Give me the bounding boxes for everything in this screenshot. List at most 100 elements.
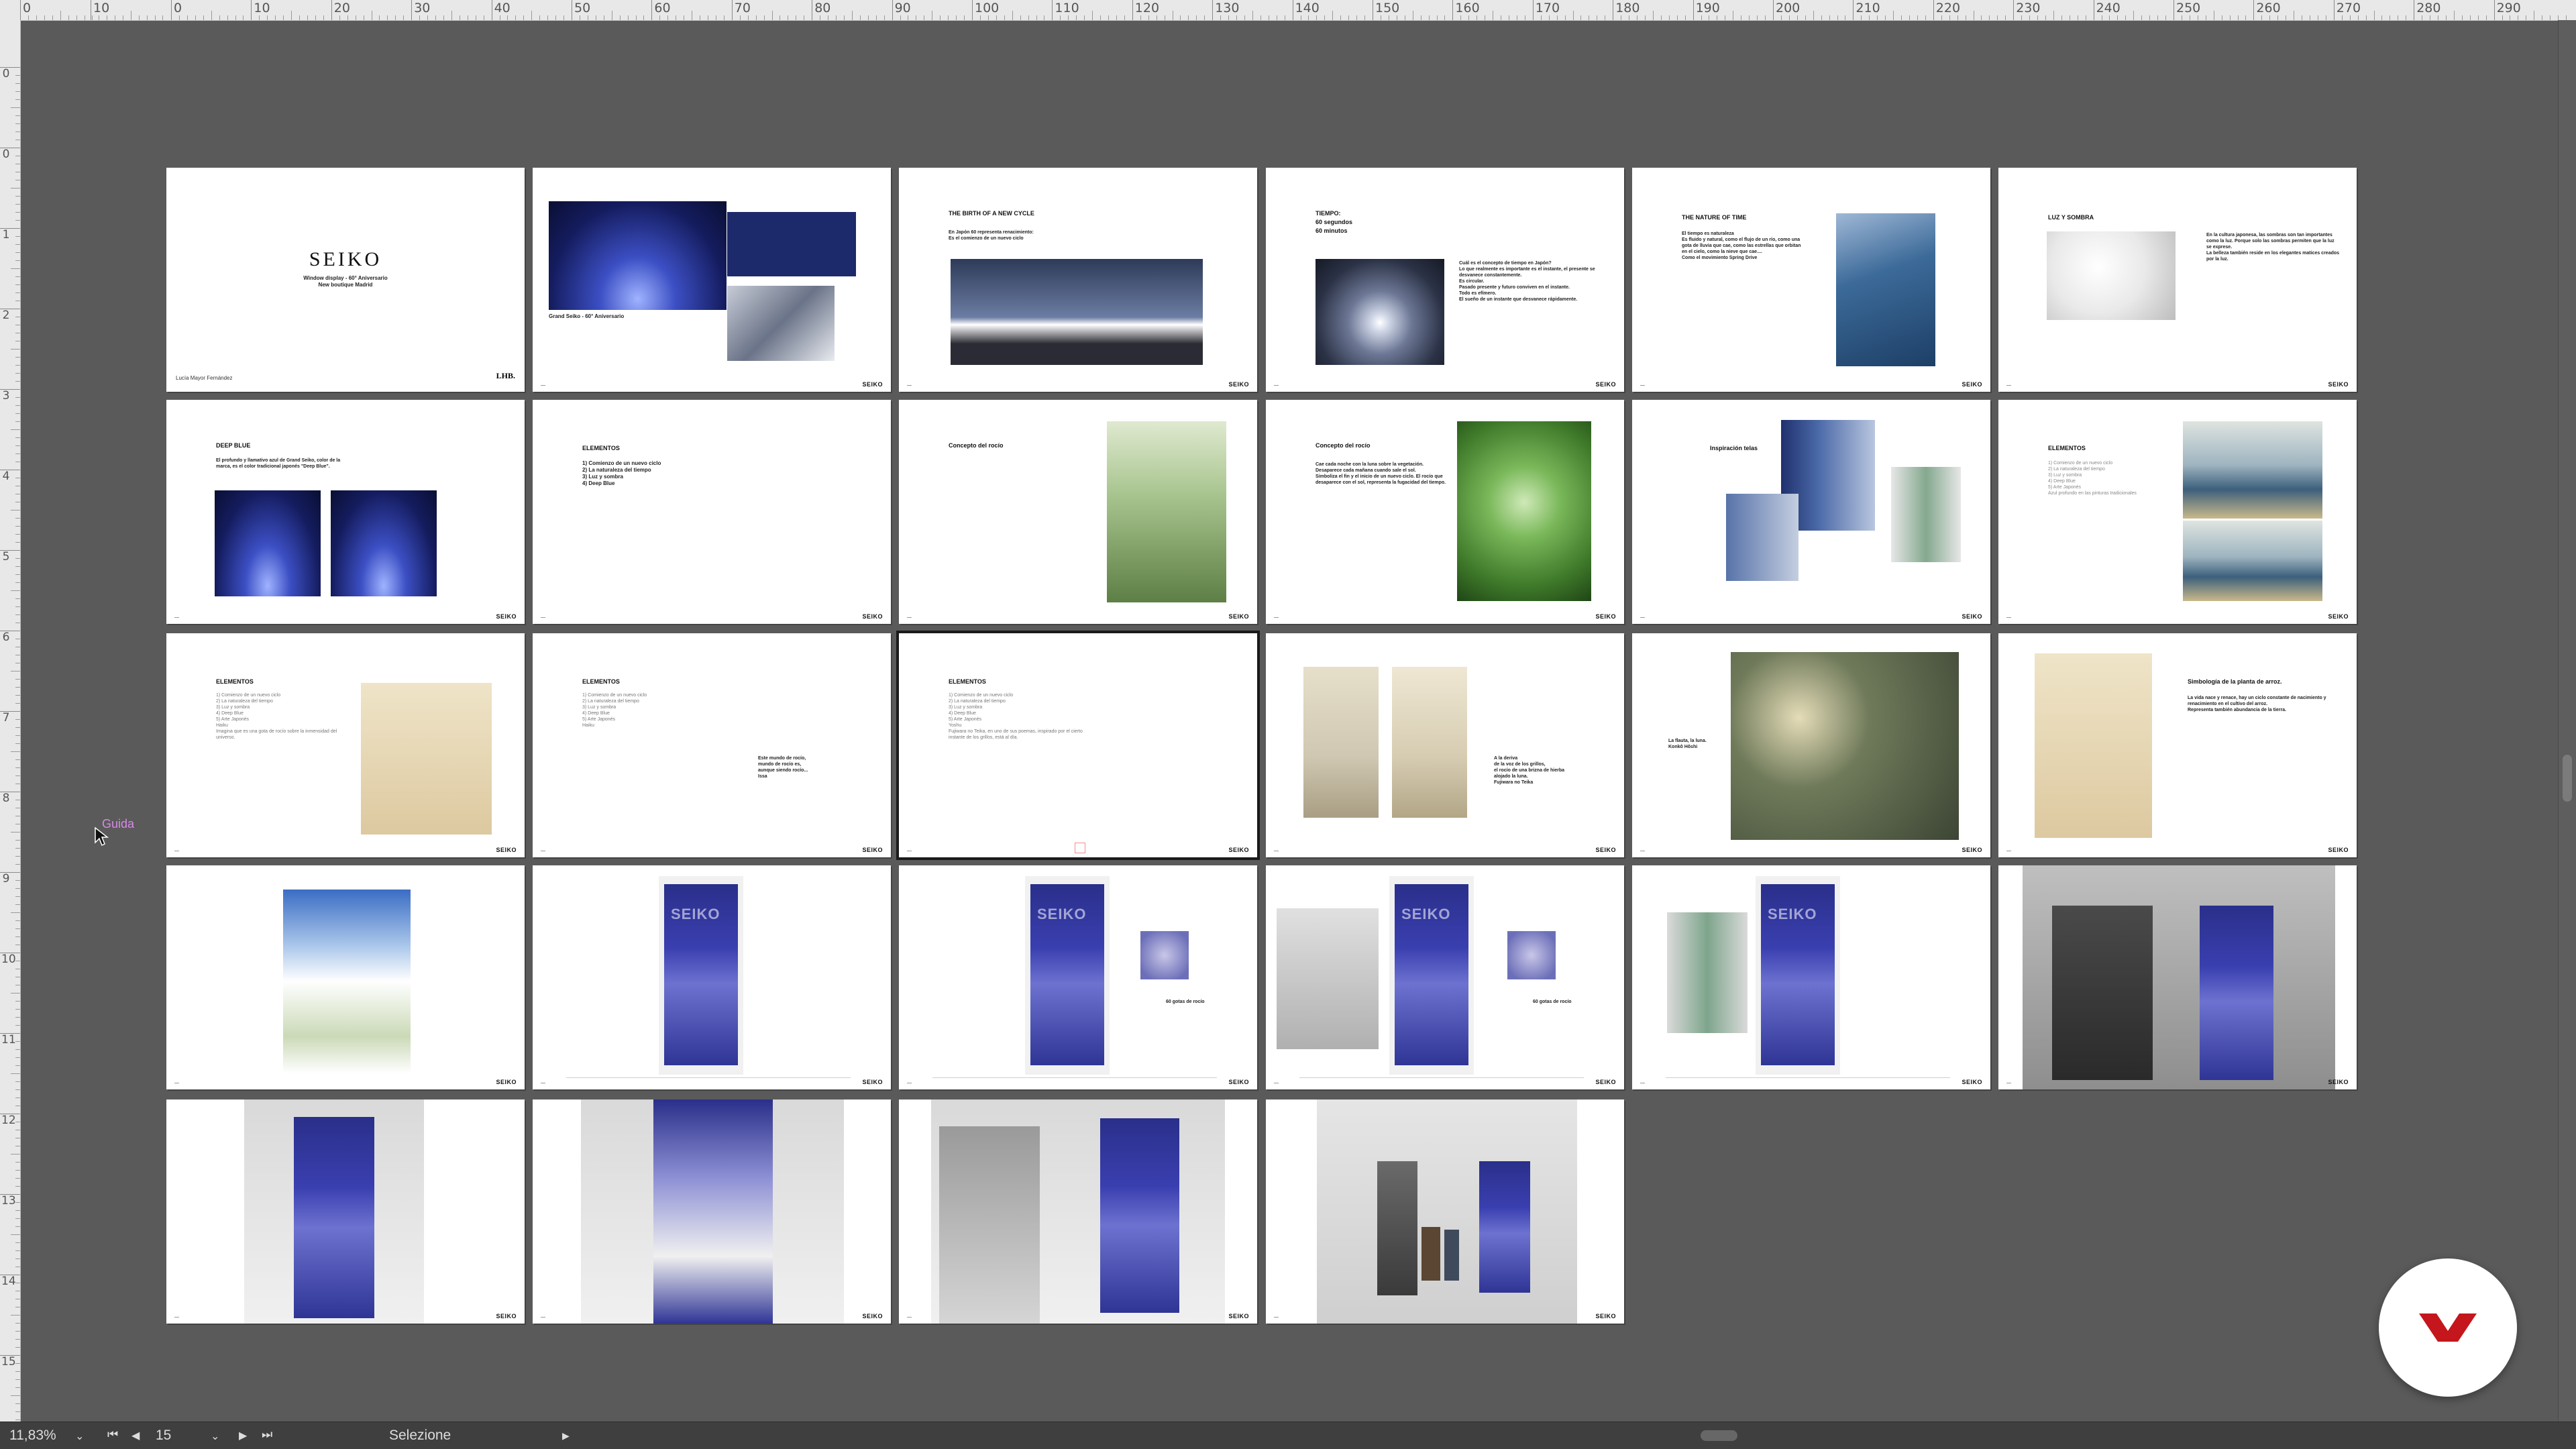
ruler-minor-tick [15, 735, 20, 736]
ruler-minor-tick [323, 15, 324, 20]
ruler-label: 130 [1215, 1, 1240, 15]
slide-page[interactable]: SEIKO Window display - 60° Aniversario Ne… [166, 168, 525, 392]
ruler-minor-tick [15, 606, 20, 607]
slide-page[interactable]: THE NATURE OF TIME El tiempo es naturalez… [1632, 168, 1990, 392]
ruler-minor-tick [1140, 15, 1141, 20]
slide-page[interactable]: SEIKO SEIKO — [533, 865, 891, 1089]
ruler-label: 10 [1, 953, 16, 966]
page-brand-logo: SEIKO [1962, 847, 1982, 853]
space-photo [549, 201, 727, 310]
page-footer-text: — [2006, 1081, 2011, 1085]
ruler-minor-tick [15, 1162, 20, 1163]
ruler-minor-tick [1252, 11, 1253, 20]
ruler-minor-tick [15, 260, 20, 261]
ruler-label: 230 [2016, 1, 2041, 15]
vertical-scrollbar[interactable] [2558, 20, 2576, 1422]
ruler-minor-tick [1829, 15, 1830, 20]
slide-page[interactable]: Concepto del rocío SEIKO — [899, 400, 1257, 624]
ruler-minor-tick [2453, 11, 2455, 20]
next-page-icon[interactable]: ▶ [239, 1429, 247, 1442]
zoom-dropdown-chevron-icon[interactable]: ⌄ [75, 1430, 84, 1443]
slide-page[interactable]: La flauta, la luna. Konkô Hôshi SEIKO — [1632, 633, 1990, 857]
slide-page[interactable]: SEIKO — [1266, 1099, 1624, 1324]
slide-body-text: 60 gotas de rocío [1533, 1000, 1572, 1004]
ruler-minor-tick [403, 15, 405, 20]
slide-page[interactable]: SEIKO — [1998, 865, 2357, 1089]
page-brand-logo: SEIKO [1595, 1313, 1616, 1320]
last-page-icon[interactable]: ⏭ [262, 1428, 272, 1442]
vertical-scrollbar-thumb[interactable] [2563, 755, 2572, 802]
slide-page[interactable]: A la deriva de la voz de los grillos, el… [1266, 633, 1624, 857]
ruler-label: 40 [494, 1, 511, 15]
ruler-minor-tick [15, 1339, 20, 1340]
ruler-minor-tick [1540, 15, 1542, 20]
slide-body-text: 1) Comienzo de un nuevo ciclo 2) La natu… [949, 693, 1083, 740]
banner-logo: SEIKO [1401, 906, 1451, 922]
slide-page[interactable]: SEIKO — [166, 1099, 525, 1324]
slide-page[interactable]: TIEMPO: 60 segundos 60 minutos Cuál es el… [1266, 168, 1624, 392]
slide-page[interactable]: ELEMENTOS 1) Comienzo de un nuevo ciclo 2… [533, 633, 891, 857]
slide-page[interactable]: SEIKO — [166, 865, 525, 1089]
horizontal-ruler[interactable]: 0 10 0 10 20 30 40 50 60 70 80 90 100 110 120 130 140 150… [0, 0, 2576, 21]
ruler-minor-tick [1837, 15, 1838, 20]
slide-body-text: 1) Comienzo de un nuevo ciclo 2) La natu… [582, 460, 661, 486]
ruler-minor-tick [1356, 15, 1358, 20]
ruler-label: 120 [1134, 1, 1160, 15]
ruler-minor-tick [836, 15, 837, 20]
slide-page[interactable]: ELEMENTOS 1) Comienzo de un nuevo ciclo 2… [896, 631, 1260, 860]
ruler-minor-tick [60, 11, 61, 20]
slide-title: THE BIRTH OF A NEW CYCLE [949, 210, 1034, 217]
ruler-minor-tick [2237, 15, 2239, 20]
page-footer-text: — [1274, 615, 1279, 620]
ruler-minor-tick [1909, 15, 1910, 20]
previous-page-icon[interactable]: ◀ [131, 1429, 140, 1442]
ruler-minor-tick [15, 936, 20, 937]
slide-page[interactable]: ELEMENTOS 1) Comienzo de un nuevo ciclo 2… [533, 400, 891, 624]
ruler-label: 8 [2, 792, 10, 805]
slide-page[interactable]: LUZ Y SOMBRA En la cultura japonesa, las … [1998, 168, 2357, 392]
slide-page[interactable]: Simbología de la planta de arroz. La vida… [1998, 633, 2357, 857]
ruler-minor-tick [2566, 15, 2567, 20]
app-badge[interactable] [2379, 1258, 2517, 1397]
slide-page[interactable]: SEIKO 60 gotas de rocío SEIKO — [899, 865, 1257, 1089]
ruler-minor-tick [1917, 15, 1918, 20]
ruler-minor-tick [11, 590, 20, 591]
slide-page[interactable]: SEIKO — [533, 1099, 891, 1324]
slide-page[interactable]: ELEMENTOS 1) Comienzo de un nuevo ciclo 2… [166, 633, 525, 857]
ruler-minor-tick [154, 15, 156, 20]
page-footer-text: — [907, 849, 912, 853]
horizontal-scrollbar[interactable] [577, 1426, 2556, 1445]
status-menu-arrow-icon[interactable]: ▶ [562, 1430, 570, 1442]
pasteboard[interactable]: SEIKO Window display - 60° Aniversario Ne… [21, 21, 2557, 1422]
ruler-minor-tick [11, 832, 20, 833]
zoom-level[interactable]: 11,83% [9, 1428, 56, 1444]
ruler-label: 7 [2, 711, 10, 724]
slide-page[interactable]: Inspiración telas SEIKO — [1632, 400, 1990, 624]
ruler-minor-tick [1901, 15, 1902, 20]
ruler-minor-tick [36, 15, 37, 20]
first-page-icon[interactable]: ⏮ [107, 1428, 118, 1442]
slide-page[interactable]: DEEP BLUE El profundo y llamativo azul de… [166, 400, 525, 624]
slide-page[interactable]: ELEMENTOS 1) Comienzo de un nuevo ciclo 2… [1998, 400, 2357, 624]
slide-page[interactable]: Concepto del rocío Cae cada noche con la … [1266, 400, 1624, 624]
horizontal-scrollbar-thumb[interactable] [1701, 1430, 1737, 1441]
page-footer-text: — [541, 1315, 545, 1320]
page-dropdown-chevron-icon[interactable]: ⌄ [211, 1430, 219, 1443]
ruler-minor-tick [275, 15, 276, 20]
ruler-minor-tick [451, 11, 452, 20]
ruler-minor-tick [2558, 15, 2559, 20]
ruler-minor-tick [15, 687, 20, 688]
slide-page[interactable]: SEIKO 60 gotas de rocío SEIKO — [1266, 865, 1624, 1089]
slide-page[interactable]: SEIKO — [899, 1099, 1257, 1324]
page-number-field[interactable]: 15 [156, 1428, 171, 1444]
ruler-label: 0 [174, 1, 182, 15]
slide-page[interactable]: THE BIRTH OF A NEW CYCLE En Japón 60 repr… [899, 168, 1257, 392]
ruler-tick [1693, 0, 1694, 20]
ruler-minor-tick [1660, 15, 1662, 20]
slide-page[interactable]: SEIKO SEIKO — [1632, 865, 1990, 1089]
ruler-minor-tick [1228, 15, 1230, 20]
page-footer-text: — [541, 1081, 545, 1085]
ruler-minor-tick [2037, 15, 2039, 20]
vertical-ruler[interactable]: 0 0 1 2 3 4 5 6 7 8 9 10 11 12 13 14 15 [0, 20, 21, 1422]
slide-page[interactable]: Grand Seiko - 60° Aniversario SEIKO — [533, 168, 891, 392]
